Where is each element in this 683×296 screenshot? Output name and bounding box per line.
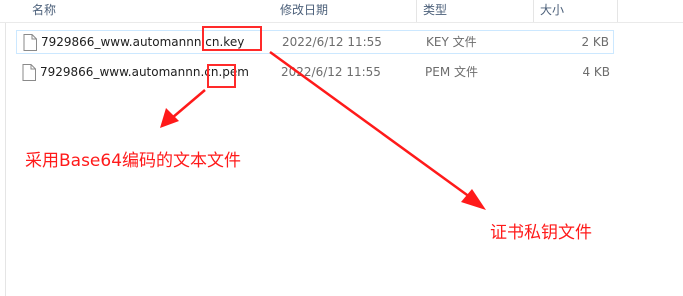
arrow-head-pem xyxy=(160,108,179,128)
arrow-to-key xyxy=(269,50,475,202)
arrow-to-pem xyxy=(171,89,206,119)
pem-annotation-label: 采用Base64编码的文本文件 xyxy=(25,151,242,171)
key-annotation-label: 证书私钥文件 xyxy=(490,223,592,243)
